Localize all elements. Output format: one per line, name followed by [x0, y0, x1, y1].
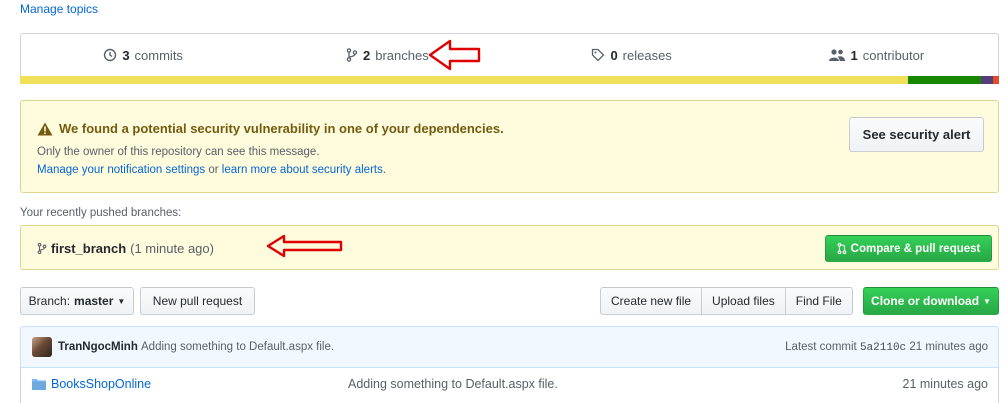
folder-icon	[32, 379, 46, 390]
releases-count: 0	[610, 47, 618, 63]
alert-icon	[37, 122, 53, 135]
history-icon	[104, 48, 117, 62]
branch-prefix: Branch:	[28, 294, 71, 308]
latest-commit-info: Latest commit 5a2110c 21 minutes ago	[785, 341, 988, 354]
new-pull-request-button[interactable]: New pull request	[140, 287, 255, 315]
alert-or-text: or	[205, 164, 222, 176]
branches-count: 2	[363, 47, 371, 63]
file-age: 21 minutes ago	[902, 377, 988, 391]
alert-subtitle: Only the owner of this repository can se…	[37, 146, 320, 158]
branch-icon	[37, 242, 47, 255]
contributors-label: contributor	[862, 47, 925, 63]
language-segment-2[interactable]	[981, 76, 994, 84]
latest-commit-bar: TranNgocMinh Adding something to Default…	[20, 326, 999, 368]
clone-button-label: Clone or download	[871, 294, 980, 308]
recent-branch-time: (1 minute ago)	[130, 241, 214, 256]
alert-links: Manage your notification settings or lea…	[37, 164, 386, 176]
language-bar[interactable]	[20, 76, 999, 84]
recent-branches-label: Your recently pushed branches:	[20, 207, 182, 219]
branch-icon	[346, 48, 358, 62]
language-segment-1[interactable]	[907, 76, 982, 84]
commit-author[interactable]: TranNgocMinh	[58, 341, 138, 353]
chevron-down-icon: ▼	[117, 296, 126, 306]
file-commit-message[interactable]: Adding something to Default.aspx file.	[348, 377, 558, 391]
contributors-link[interactable]: 1 contributor	[754, 48, 998, 63]
compare-pull-request-button[interactable]: Compare & pull request	[825, 235, 992, 262]
commit-age: 21 minutes ago	[909, 341, 988, 353]
file-name-link[interactable]: BooksShopOnline	[51, 377, 151, 391]
commits-link[interactable]: 3 commits	[21, 48, 265, 63]
tag-icon	[592, 48, 605, 62]
commits-label: commits	[134, 47, 183, 63]
commits-count: 3	[122, 47, 130, 63]
alert-title: We found a potential security vulnerabil…	[37, 121, 504, 136]
see-security-alert-button[interactable]: See security alert	[849, 117, 984, 152]
alert-title-text: We found a potential security vulnerabil…	[59, 121, 504, 136]
clone-download-button[interactable]: Clone or download ▼	[863, 287, 999, 315]
branches-label: branches	[375, 47, 429, 63]
commit-sha[interactable]: 5a2110c	[860, 342, 906, 354]
compare-button-label: Compare & pull request	[850, 242, 981, 255]
commit-message[interactable]: Adding something to Default.aspx file.	[141, 341, 334, 353]
file-actions-group: Create new file Upload files Find File	[600, 287, 853, 315]
recent-branch-name[interactable]: first_branch	[51, 241, 126, 256]
language-segment-3[interactable]	[993, 76, 999, 84]
latest-commit-label: Latest commit	[785, 341, 857, 353]
releases-link[interactable]: 0 releases	[510, 48, 754, 63]
find-file-button[interactable]: Find File	[784, 287, 853, 315]
notification-settings-link[interactable]: Manage your notification settings	[37, 164, 205, 176]
alert-period: .	[382, 164, 387, 176]
repo-summary: 3 commits 2 branches 0 releases 1 contri…	[20, 33, 999, 84]
recent-branch: first_branch (1 minute ago)	[37, 241, 214, 256]
contributors-count: 1	[850, 47, 858, 63]
annotation-arrow-branch	[266, 234, 343, 258]
learn-security-alerts-link[interactable]: learn more about security alerts	[222, 164, 383, 176]
upload-files-button[interactable]: Upload files	[701, 287, 786, 315]
recent-branch-banner: first_branch (1 minute ago) Compare & pu…	[20, 225, 999, 270]
language-segment-0[interactable]	[20, 76, 908, 84]
people-icon	[828, 49, 845, 61]
chevron-down-icon: ▼	[983, 296, 991, 306]
pull-request-icon	[837, 242, 847, 255]
branch-current: master	[74, 294, 114, 308]
manage-topics-link[interactable]: Manage topics	[20, 2, 98, 16]
create-new-file-button[interactable]: Create new file	[600, 287, 703, 315]
branch-select-button[interactable]: Branch: master ▼	[20, 287, 134, 315]
security-alert-banner: We found a potential security vulnerabil…	[20, 100, 999, 193]
file-row: BooksShopOnline Adding something to Defa…	[20, 367, 999, 403]
releases-label: releases	[622, 47, 672, 63]
annotation-arrow-branches	[428, 39, 481, 71]
avatar[interactable]	[32, 337, 52, 357]
